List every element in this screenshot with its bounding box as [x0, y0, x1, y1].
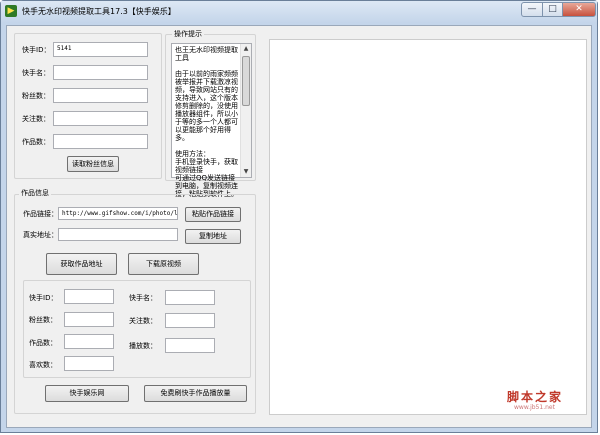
- user-id-label: 快手ID：: [22, 46, 51, 54]
- user-id-input[interactable]: 5141: [53, 42, 148, 57]
- work-likes-input[interactable]: [64, 356, 114, 371]
- work-id-input[interactable]: [64, 289, 114, 304]
- real-url-label: 真实地址：: [23, 231, 58, 239]
- work-name-input[interactable]: [165, 290, 215, 305]
- app-window: ▶ 快手无水印视频提取工具17.3【快手娱乐】 — □ ✕ 快手ID： 5141…: [0, 0, 598, 433]
- fetch-fans-button[interactable]: 读取粉丝信息: [67, 156, 119, 172]
- work-name-label: 快手名：: [129, 294, 157, 302]
- user-works-input[interactable]: [53, 134, 148, 149]
- tips-scrollbar[interactable]: ▲ ▼: [240, 44, 251, 177]
- real-url-input[interactable]: [58, 228, 178, 241]
- scroll-thumb[interactable]: [242, 56, 250, 106]
- title-bar[interactable]: ▶ 快手无水印视频提取工具17.3【快手娱乐】 — □ ✕: [1, 1, 597, 23]
- work-fans-label: 粉丝数：: [29, 316, 57, 324]
- close-button[interactable]: ✕: [562, 2, 596, 17]
- tips-memo[interactable]: 也王无水印视频提取工具 由于以前的雨家频频被举报并下载激凉视频，导致网站只有的支…: [171, 43, 252, 198]
- scroll-up-icon[interactable]: ▲: [241, 44, 251, 54]
- work-follow-input[interactable]: [165, 313, 215, 328]
- copy-url-button[interactable]: 复制地址: [185, 229, 241, 244]
- work-works-label: 作品数：: [29, 339, 57, 347]
- user-follow-label: 关注数：: [22, 115, 50, 123]
- tips-text: 也王无水印视频提取工具 由于以前的雨家频频被举报并下载激凉视频，导致网站只有的支…: [175, 46, 238, 198]
- free-plays-button[interactable]: 免费刷快手作品播放量: [144, 385, 247, 402]
- window-title: 快手无水印视频提取工具17.3【快手娱乐】: [22, 7, 176, 16]
- work-plays-input[interactable]: [165, 338, 215, 353]
- work-id-label: 快手ID：: [29, 294, 58, 302]
- work-link-input[interactable]: http://www.gifshow.com/i/photo/lwx: [58, 207, 178, 220]
- watermark-logo: 脚本之家: [507, 390, 564, 404]
- minimize-button[interactable]: —: [521, 2, 543, 17]
- get-work-url-button[interactable]: 获取作品地址: [46, 253, 117, 275]
- work-likes-label: 喜欢数：: [29, 361, 57, 369]
- maximize-button[interactable]: □: [542, 2, 563, 17]
- watermark-url: www.jb51.net: [514, 404, 555, 411]
- user-works-label: 作品数：: [22, 138, 50, 146]
- kuaishou-ent-button[interactable]: 快手娱乐网: [45, 385, 129, 402]
- user-fans-input[interactable]: [53, 88, 148, 103]
- work-works-input[interactable]: [64, 334, 114, 349]
- work-fans-input[interactable]: [64, 312, 114, 327]
- app-play-icon: ▶: [5, 5, 17, 17]
- tips-title: 操作提示: [172, 29, 204, 39]
- work-follow-label: 关注数：: [129, 317, 157, 325]
- work-info-title: 作品信息: [19, 188, 51, 198]
- user-name-label: 快手名：: [22, 69, 50, 77]
- work-link-label: 作品链接：: [23, 210, 58, 218]
- user-follow-input[interactable]: [53, 111, 148, 126]
- user-fans-label: 粉丝数：: [22, 92, 50, 100]
- work-plays-label: 播放数：: [129, 342, 157, 350]
- download-video-button[interactable]: 下载原视频: [128, 253, 199, 275]
- paste-link-button[interactable]: 粘贴作品链接: [185, 207, 241, 222]
- video-preview-pane[interactable]: [269, 39, 587, 415]
- user-name-input[interactable]: [53, 65, 148, 80]
- scroll-down-icon[interactable]: ▼: [241, 167, 251, 177]
